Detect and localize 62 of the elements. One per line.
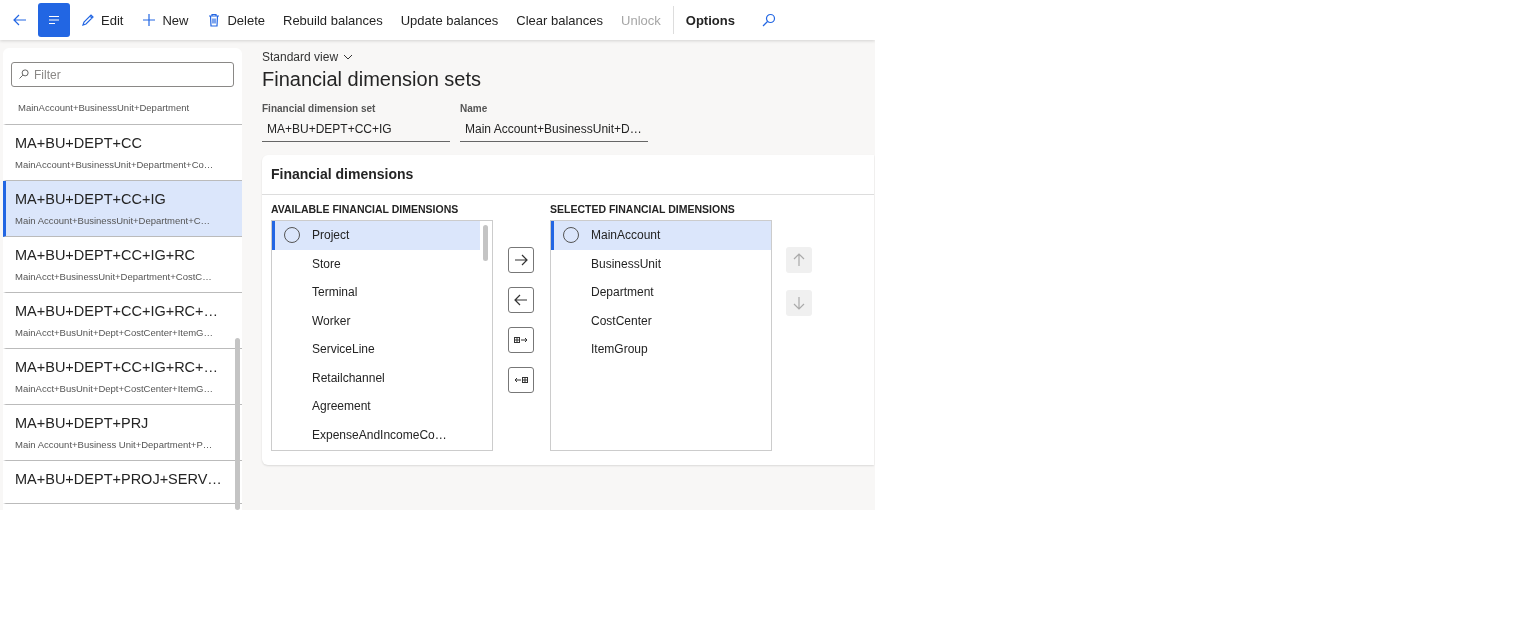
toolbar-button[interactable]: Update balances [392,3,507,37]
list-item[interactable]: MainAccount [551,221,771,250]
page-title: Financial dimension sets [262,68,482,91]
item-subtitle: Main Account+Business Unit+Department+P… [15,438,213,451]
item-subtitle: MainAccount+BusinessUnit+Department [18,101,190,114]
item-title: MA+BU+DEPT+CC [15,134,142,153]
view-selector[interactable]: Standard view [262,48,354,66]
right-arrow-icon [513,252,529,268]
list-item[interactable]: ExpenseAndIncomeCo… [272,420,480,449]
item-subtitle: MainAccount+BusinessUnit+Department+Co… [15,158,214,171]
transfer-button[interactable] [508,327,534,353]
list-item[interactable]: Worker [272,306,480,335]
filter-field[interactable]: Filter [11,62,234,87]
scrollbar-thumb[interactable] [235,338,240,510]
list-item[interactable]: Store [272,249,480,278]
item-subtitle: Main Account+BusinessUnit+Department+C… [15,214,211,227]
left-arrow-icon [513,292,529,308]
list-item[interactable]: Department [551,278,771,307]
up-arrow-icon [791,252,807,268]
list-item[interactable]: BusinessUnit [551,249,771,278]
search-icon [18,68,30,80]
section-title: Financial dimensions [262,155,874,195]
grid-right-arrow-icon [514,336,528,344]
list-heading: AVAILABLE FINANCIAL DIMENSIONS [271,203,460,215]
sidebar-item[interactable]: MA+BU+DEPT+CC+IG Main Account+BusinessUnit+Department+C… [3,181,242,237]
list-item[interactable]: Project [272,221,480,250]
toolbar-button[interactable]: Delete [198,3,273,37]
item-title: MA+BU+DEPT+PRJ [15,414,149,433]
input-field[interactable]: MA+BU+DEPT+CC+IG [262,118,450,142]
back-arrow-icon [12,12,28,28]
toolbar-button[interactable]: Clear balances [508,3,612,37]
item-subtitle: MainAcct+BusUnit+Dept+CostCenter+ItemG… [15,382,213,395]
list-item[interactable]: ServiceLine [272,335,480,364]
item-title: MA+BU+DEPT+CC+IG+RC+… [15,302,219,321]
list-item[interactable]: ItemGroup [551,335,771,364]
input-field[interactable]: Main Account+BusinessUnit+D… [460,118,648,142]
item-title: MA+BU+DEPT+CC+IG+RC [15,246,196,265]
toolbar-button[interactable]: Options [677,3,743,37]
item-subtitle: MainAcct+BusinessUnit+Department+CostC… [15,270,212,283]
list-item[interactable]: Retailchannel [272,363,480,392]
list-heading: SELECTED FINANCIAL DIMENSIONS [550,203,736,215]
toolbar-button[interactable]: Edit [72,3,132,37]
item-title: MA+BU+DEPT+CC+IG [15,190,166,209]
item-title: MA+BU+DEPT+CC+IG+RC+… [15,358,219,377]
transfer-button[interactable] [508,367,534,393]
item-title: MA+BU+DEPT+PROJ+SERV… [15,470,222,489]
toolbar-button[interactable]: New [133,3,197,37]
menu-button[interactable] [38,3,70,37]
down-arrow-icon [791,295,807,311]
list-item[interactable]: CostCenter [551,306,771,335]
list-item[interactable]: Terminal [272,278,480,307]
list-item[interactable]: Agreement [272,392,480,421]
scrollbar-thumb[interactable] [483,225,488,261]
item-subtitle: MainAcct+BusUnit+Dept+CostCenter+ItemG… [15,326,213,339]
field-label: Financial dimension set [262,103,377,114]
left-arrow-grid-icon [514,376,528,384]
search-icon [760,12,777,28]
plus-icon [141,12,158,28]
chevron-down-icon [343,54,354,60]
field-label: Name [460,103,489,114]
pencil-icon [80,12,96,28]
toolbar-button[interactable]: Rebuild balances [275,3,391,37]
